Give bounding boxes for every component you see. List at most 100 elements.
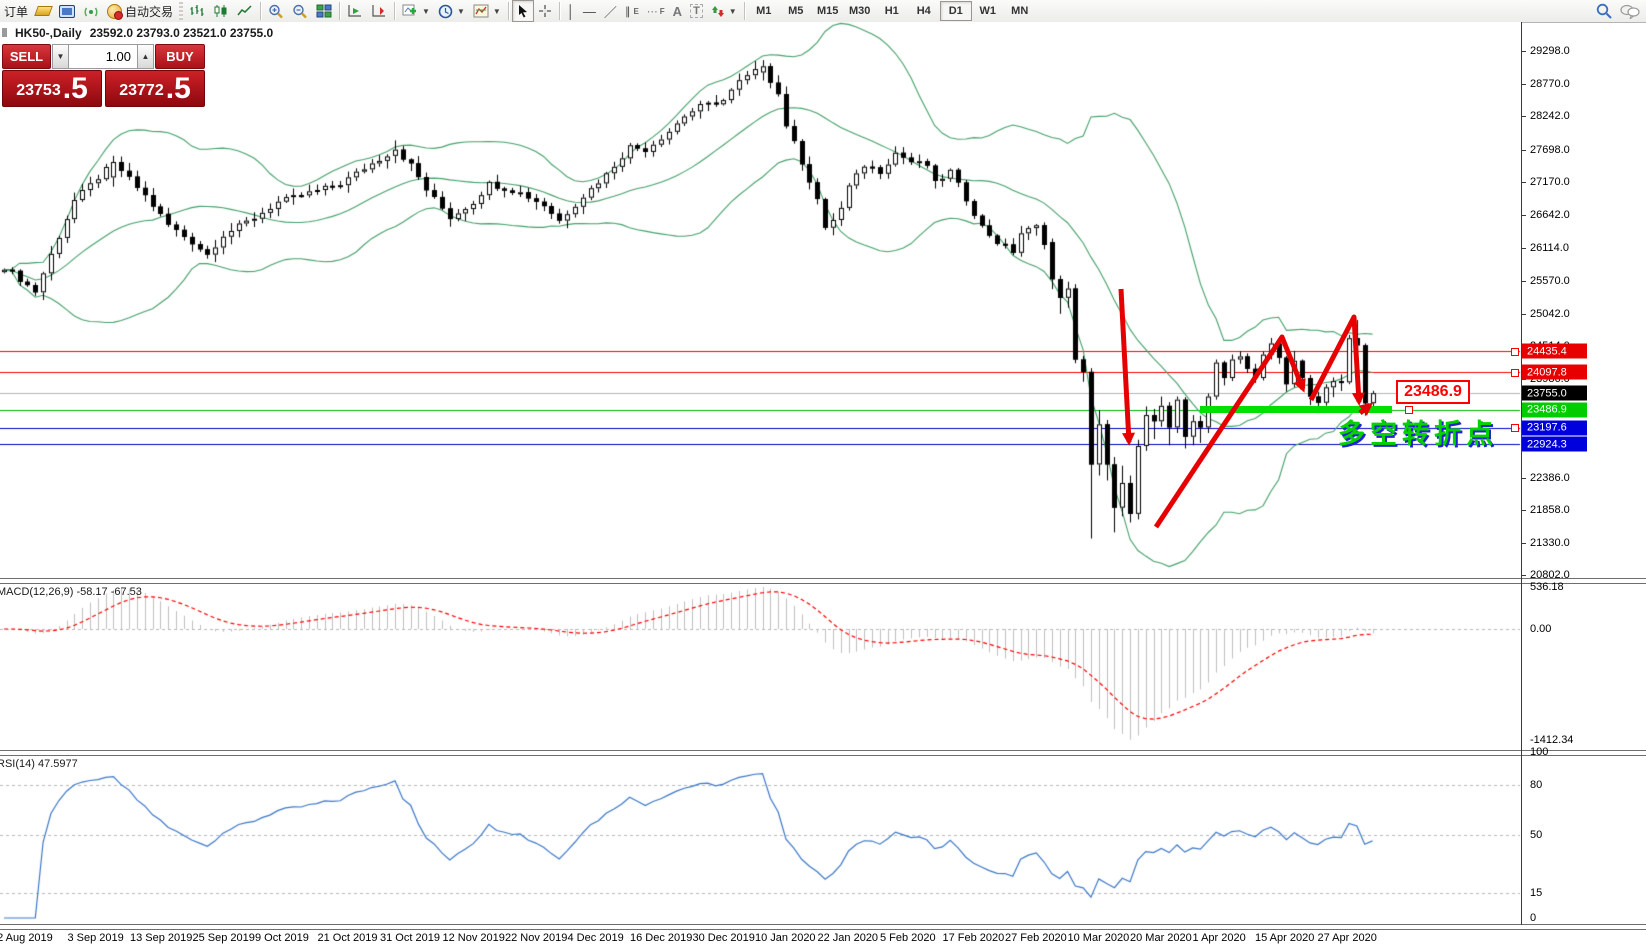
- autotrading-label: 自动交易: [125, 4, 174, 19]
- line-handle[interactable]: [1405, 406, 1413, 414]
- new-order-label: 订单: [4, 4, 29, 19]
- sell-button[interactable]: SELL: [2, 44, 51, 69]
- timeframe-m30[interactable]: M30: [844, 1, 876, 21]
- text-label-tool[interactable]: T: [686, 1, 707, 21]
- line-handle[interactable]: [1511, 348, 1519, 356]
- zoom-in-icon[interactable]: [264, 1, 288, 21]
- timeframe-m5[interactable]: M5: [780, 1, 812, 21]
- rsi-axis-label: 80: [1530, 779, 1543, 792]
- price-tick-mark: [1521, 247, 1526, 249]
- date-tick-label: 22 Jan 2020: [817, 932, 879, 944]
- indicators-icon: [402, 4, 417, 16]
- text-tool[interactable]: A: [669, 1, 686, 21]
- date-tick-label: 25 Sep 2019: [192, 932, 255, 944]
- timeframe-m15[interactable]: M15: [812, 1, 844, 21]
- date-tick-label: 20 Mar 2020: [1130, 932, 1192, 944]
- cursor-icon: [518, 5, 527, 18]
- chart-symbol-icon: [2, 28, 7, 37]
- date-tick-label: 5 Feb 2020: [880, 932, 936, 944]
- signal-icon[interactable]: [79, 1, 103, 21]
- horizontal-line-tool[interactable]: —: [579, 1, 600, 21]
- timeframe-h4[interactable]: H4: [908, 1, 940, 21]
- price-tick-label: 25570.0: [1530, 275, 1570, 288]
- date-tick-label: 27 Apr 2020: [1317, 932, 1377, 944]
- auto-scroll-icon[interactable]: [343, 1, 367, 21]
- price-tick-mark: [1521, 51, 1526, 52]
- price-chart-canvas[interactable]: [0, 22, 1522, 930]
- periods-menu-button[interactable]: ▼: [434, 1, 469, 21]
- price-tick-label: 29298.0: [1530, 45, 1570, 57]
- price-badge-23486.9: 23486.9: [1522, 402, 1587, 418]
- level-price-box[interactable]: 23486.9: [1396, 380, 1470, 404]
- timeframe-d1[interactable]: D1: [939, 1, 972, 21]
- date-tick-label: 10 Jan 2020: [755, 932, 816, 944]
- crosshair-tool-button[interactable]: [534, 1, 556, 21]
- template-icon: [473, 4, 489, 18]
- autotrading-button[interactable]: 自动交易: [103, 1, 177, 21]
- fibonacci-tool[interactable]: ⋯ F: [643, 1, 669, 21]
- toolbar: 订单 自动交易 ▼ ▼ ▼ │ — ／ ∥ E ⋯ F A T ▼ M1 M5 …: [0, 0, 1646, 23]
- price-tick-label: 21858.0: [1530, 504, 1570, 517]
- date-tick-label: 27 Feb 2020: [1005, 932, 1067, 944]
- volume-increase-button[interactable]: ▲: [137, 44, 154, 69]
- price-tick-mark: [1521, 214, 1526, 216]
- timeframe-w1[interactable]: W1: [972, 1, 1004, 21]
- vertical-line-tool[interactable]: │: [563, 1, 579, 21]
- price-tick-label: 25042.0: [1530, 307, 1570, 320]
- line-chart-mode-icon[interactable]: [233, 1, 257, 21]
- chat-icon[interactable]: [1620, 4, 1640, 19]
- price-badge-23197.6: 23197.6: [1522, 420, 1587, 436]
- trendline-tool[interactable]: ／: [600, 1, 621, 21]
- price-tick-mark: [1521, 477, 1526, 479]
- chart-symbol-period: HK50-,Daily: [15, 26, 82, 40]
- rsi-pane-splitter[interactable]: [0, 750, 1646, 756]
- search-icon[interactable]: [1596, 3, 1612, 19]
- sell-price-frac: .5: [62, 72, 88, 105]
- sell-price: 23753: [16, 82, 61, 99]
- macd-pane-splitter[interactable]: [0, 578, 1646, 584]
- new-order-button[interactable]: 订单: [0, 1, 32, 21]
- date-tick-label: 30 Dec 2019: [692, 932, 755, 944]
- price-tick-label: 28242.0: [1530, 110, 1570, 123]
- autotrading-icon: [107, 3, 124, 20]
- zoom-out-icon[interactable]: [288, 1, 312, 21]
- candlestick-mode-icon[interactable]: [209, 1, 233, 21]
- date-tick-label: 21 Oct 2019: [317, 932, 378, 944]
- date-tick-label: 9 Oct 2019: [255, 932, 309, 944]
- price-tick-mark: [1521, 510, 1526, 512]
- date-tick-label: 15 Apr 2020: [1255, 932, 1315, 944]
- price-badge-23755.0: 23755.0: [1522, 385, 1587, 401]
- tile-windows-icon[interactable]: [312, 1, 336, 21]
- turning-point-text[interactable]: 多空转折点: [1338, 412, 1498, 451]
- volume-decrease-button[interactable]: ▼: [52, 44, 69, 69]
- macd-axis-label: -1412.34: [1530, 733, 1574, 746]
- bar-chart-mode-icon[interactable]: [185, 1, 209, 21]
- templates-menu-button[interactable]: ▼: [469, 1, 505, 21]
- crosshair-icon: [538, 5, 551, 17]
- line-handle[interactable]: [1511, 369, 1519, 377]
- gold-ingot-icon[interactable]: [32, 1, 55, 21]
- price-axis-border: [1521, 22, 1522, 925]
- volume-input[interactable]: [69, 44, 137, 69]
- cursor-tool-button[interactable]: [511, 0, 534, 22]
- buy-price-box[interactable]: 23772 .5: [105, 70, 205, 107]
- mt4-window: 订单 自动交易 ▼ ▼ ▼ │ — ／ ∥ E ⋯ F A T ▼ M1 M5 …: [0, 0, 1646, 947]
- timeframe-bar: M1 M5 M15 M30 H1 H4 D1 W1 MN: [748, 1, 1036, 21]
- sell-price-box[interactable]: 23753 .5: [2, 70, 102, 107]
- price-tick-label: 26114.0: [1530, 241, 1569, 254]
- buy-button[interactable]: BUY: [155, 44, 205, 69]
- price-badge-24435.4: 24435.4: [1522, 343, 1587, 359]
- line-handle[interactable]: [1511, 424, 1519, 432]
- timeframe-h1[interactable]: H1: [876, 1, 908, 21]
- bottom-axis-splitter: [0, 924, 1646, 930]
- timeframe-m1[interactable]: M1: [748, 1, 780, 21]
- indicators-menu-button[interactable]: ▼: [398, 1, 434, 21]
- timeframe-mn[interactable]: MN: [1004, 1, 1036, 21]
- buy-price-frac: .5: [165, 72, 191, 105]
- chart-shift-icon[interactable]: [367, 1, 391, 21]
- channel-tool[interactable]: ∥ E: [621, 1, 643, 21]
- price-tick-label: 27698.0: [1530, 143, 1570, 156]
- arrows-tool-button[interactable]: ▼: [707, 1, 741, 21]
- date-tick-label: 31 Oct 2019: [380, 932, 440, 944]
- terminal-icon[interactable]: [55, 1, 79, 21]
